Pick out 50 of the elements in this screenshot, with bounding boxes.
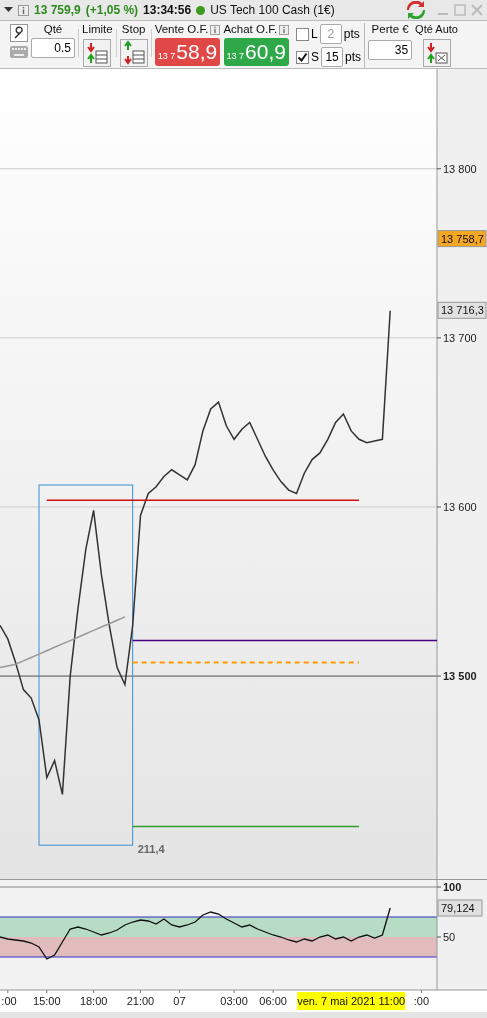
price-change: (+1,05 %): [85, 3, 139, 17]
axis-label: 13 500: [443, 670, 477, 683]
loss-field[interactable]: 35: [368, 40, 413, 60]
sell-button[interactable]: 13 7 58,9: [154, 38, 221, 66]
y-tick-label: 13 716,3: [441, 304, 484, 317]
time-label: 21:00: [126, 995, 155, 1007]
status-dot-icon: [196, 5, 206, 15]
price-marker: 13 716,3: [437, 301, 487, 319]
info-icon[interactable]: [279, 24, 290, 35]
field-label: Stop: [121, 23, 146, 36]
time-label: 06:00: [259, 995, 287, 1007]
refresh-icon[interactable]: [406, 1, 426, 19]
field-label: Perte €: [371, 23, 409, 36]
field-label: Qté: [43, 23, 63, 36]
points-field[interactable]: 15: [321, 47, 344, 67]
axis-label: 13 700: [443, 331, 477, 344]
time-label: :00: [1, 995, 17, 1007]
time-label: 18:00: [79, 995, 108, 1007]
dropdown-icon[interactable]: [4, 7, 13, 13]
buy-label: Achat O.F.: [223, 23, 278, 36]
field-label: Qté Auto: [415, 23, 458, 36]
checkbox-label: S: [311, 50, 320, 64]
axis-label: 100: [443, 881, 462, 893]
time-label: 07: [173, 995, 186, 1007]
sell-label: Vente O.F.: [154, 23, 209, 36]
auto-quantity-icon[interactable]: [422, 39, 451, 67]
limit-order-icon[interactable]: [83, 39, 112, 67]
y-tick-label: 13 758,7: [441, 232, 484, 245]
clock-time: 13:34:56: [143, 3, 192, 17]
axis-label: 13 800: [443, 162, 477, 175]
range-label: 211,4: [137, 843, 165, 856]
field-label: Limite: [82, 23, 113, 36]
instrument-name: US Tech 100 Cash (1€): [210, 3, 335, 17]
value-marker: 79,124: [437, 899, 483, 917]
price-marker: 13 758,7: [437, 230, 487, 248]
last-price: 13 759,9: [34, 3, 81, 17]
unit-label: pts: [345, 50, 362, 64]
info-icon[interactable]: [18, 4, 29, 16]
info-icon[interactable]: [210, 24, 221, 35]
time-label: 03:00: [220, 995, 248, 1007]
time-label: :00: [413, 995, 430, 1007]
checkbox[interactable]: [296, 50, 310, 64]
axis-label: 50: [443, 931, 456, 943]
unit-label: pts: [343, 27, 360, 41]
time-label: 15:00: [33, 995, 61, 1007]
stop-order-icon[interactable]: [119, 39, 148, 67]
checkbox-label: L: [311, 27, 318, 41]
quantity-field[interactable]: 0.5: [31, 38, 75, 58]
cursor-time-label: ven. 7 mai 2021 11:00: [297, 992, 406, 1010]
axis-label: 13 600: [443, 500, 477, 513]
